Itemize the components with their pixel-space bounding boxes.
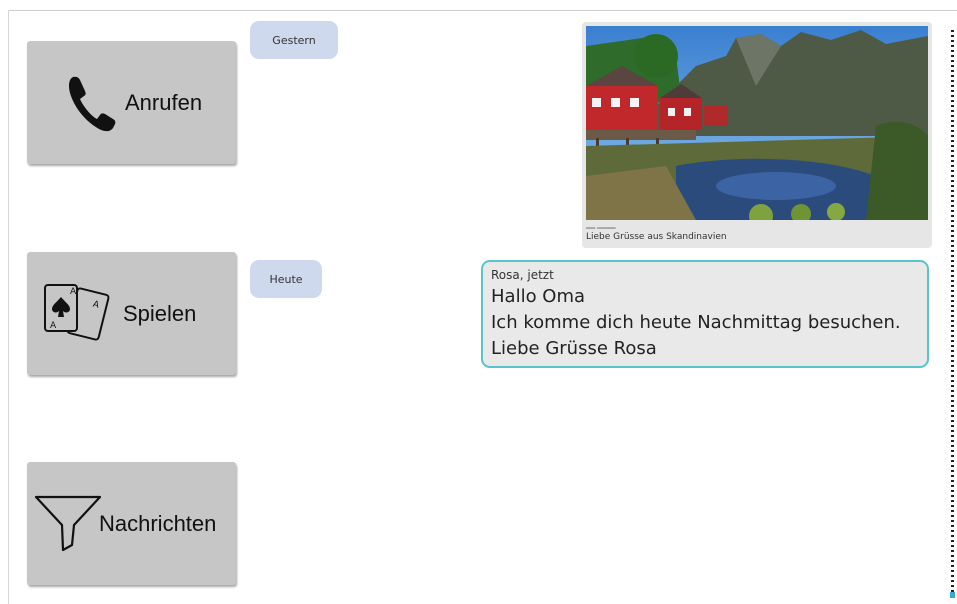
call-button[interactable]: Anrufen bbox=[27, 41, 236, 164]
frame-left-border bbox=[8, 10, 9, 604]
message-line: Hallo Oma bbox=[491, 286, 586, 307]
svg-text:A: A bbox=[70, 287, 77, 297]
message-line: Liebe Grüsse Rosa bbox=[491, 338, 657, 359]
scrollbar[interactable] bbox=[951, 30, 954, 600]
phone-icon bbox=[69, 76, 116, 131]
photo-message[interactable]: ▁▁ ▁▁▁▁ Liebe Grüsse aus Skandinavien bbox=[582, 22, 932, 248]
play-button[interactable]: A A A Spielen bbox=[27, 252, 236, 375]
date-separator-today: Heute bbox=[250, 260, 322, 298]
frame-top-border bbox=[8, 10, 957, 11]
messages-button[interactable]: Nachrichten bbox=[27, 462, 236, 585]
message-line: Ich komme dich heute Nachmittag besuchen… bbox=[491, 312, 901, 333]
scrollbar-thumb[interactable] bbox=[950, 592, 955, 598]
message-photo bbox=[586, 26, 928, 220]
message-sender: Rosa, jetzt bbox=[491, 268, 554, 282]
photo-message-timestamp: ▁▁ ▁▁▁▁ bbox=[586, 222, 616, 229]
svg-text:A: A bbox=[50, 321, 57, 331]
playing-cards-icon: A A A bbox=[44, 283, 110, 341]
text-message[interactable]: Rosa, jetzt Hallo Oma Ich komme dich heu… bbox=[481, 260, 929, 368]
messages-button-label: Nachrichten bbox=[99, 510, 217, 536]
play-button-label: Spielen bbox=[123, 300, 197, 326]
photo-message-caption: Liebe Grüsse aus Skandinavien bbox=[586, 232, 727, 242]
call-button-label: Anrufen bbox=[125, 89, 203, 115]
filter-funnel-icon bbox=[34, 495, 102, 551]
date-separator-yesterday: Gestern bbox=[250, 21, 338, 59]
